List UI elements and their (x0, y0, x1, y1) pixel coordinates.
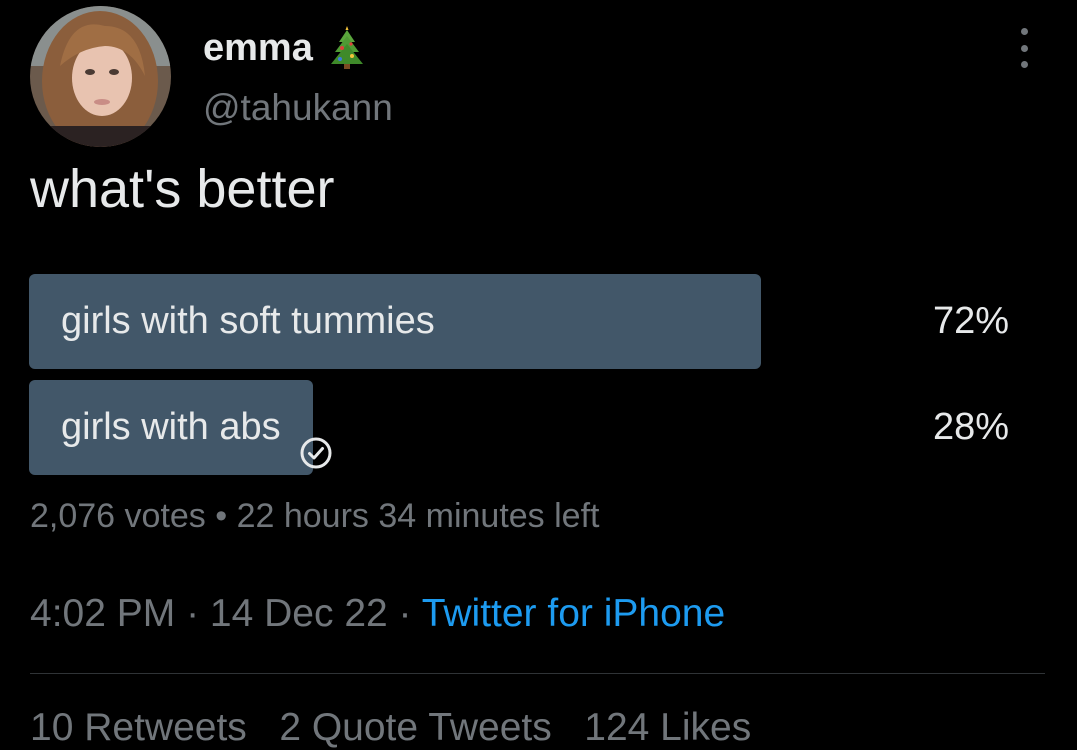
retweets-count[interactable]: 10 Retweets (30, 706, 247, 749)
poll-option-text: girls with abs (61, 406, 281, 448)
divider (30, 673, 1045, 674)
tweet-text: what's better (30, 159, 335, 219)
poll-option-text: girls with soft tummies (61, 300, 435, 342)
display-name-text: emma (203, 26, 313, 69)
poll-option-label: girls with soft tummies (61, 274, 435, 369)
christmas-tree-icon (327, 26, 367, 70)
poll-meta-separator: • (205, 497, 237, 535)
avatar[interactable] (30, 6, 171, 147)
meta-separator: · (387, 592, 422, 635)
tweet-stats: 10 Retweets 2 Quote Tweets 124 Likes (30, 706, 751, 750)
more-dot (1020, 28, 1028, 35)
more-dot (1020, 61, 1028, 68)
more-dot (1020, 44, 1028, 52)
tweet-source-link[interactable]: Twitter for iPhone (422, 592, 725, 635)
tweet-time[interactable]: 4:02 PM (30, 592, 175, 635)
more-options-icon[interactable] (1008, 28, 1040, 68)
user-handle[interactable]: @tahukann (203, 87, 393, 129)
quote-tweets-count[interactable]: 2 Quote Tweets (279, 706, 551, 749)
check-circle-icon (299, 411, 333, 468)
poll-time-left: 22 hours 34 minutes left (236, 497, 600, 535)
avatar-image (30, 6, 171, 147)
poll-option-percent: 28% (932, 406, 1009, 448)
poll-option[interactable]: girls with abs 28% (29, 380, 1029, 475)
poll-meta: 2,076 votes • 22 hours 34 minutes left (30, 497, 599, 536)
meta-separator: · (175, 592, 210, 635)
poll-option[interactable]: girls with soft tummies 72% (29, 274, 1029, 369)
display-name[interactable]: emma (203, 26, 367, 70)
tweet-meta: 4:02 PM · 14 Dec 22 · Twitter for iPhone (30, 592, 725, 636)
poll-votes: 2,076 votes (30, 497, 206, 535)
poll-option-label: girls with abs (61, 380, 333, 475)
likes-count[interactable]: 124 Likes (584, 706, 751, 749)
poll-option-percent: 72% (932, 300, 1009, 342)
tweet-date[interactable]: 14 Dec 22 (210, 592, 388, 635)
